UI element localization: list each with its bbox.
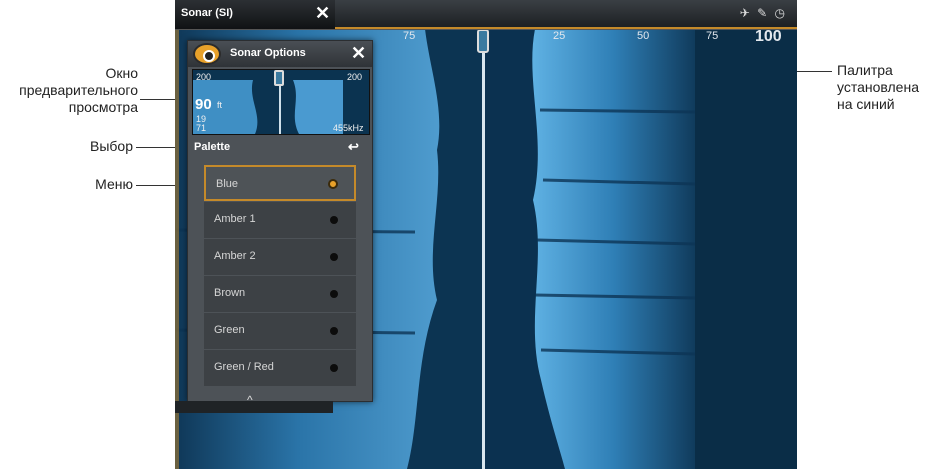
preview-range-right: 200 (347, 72, 363, 82)
annotation-preview-window: Окно предварительного просмотра (19, 65, 138, 115)
radio-icon[interactable] (330, 327, 338, 335)
range-tick-75: 75 (706, 30, 719, 42)
chevron-up-icon[interactable]: ^ (247, 393, 253, 407)
radio-icon[interactable] (330, 290, 338, 298)
title-bar: Sonar (SI) ✕ ✈ ✎ ◷ (175, 0, 797, 30)
annotation-menu: Меню (95, 176, 133, 192)
palette-option-amber-1[interactable]: Amber 1 (204, 202, 356, 238)
palette-label: Blue (216, 178, 239, 190)
submenu-header: Palette ↩ (188, 136, 372, 160)
annotation-selection: Выбор (90, 138, 133, 154)
palette-label: Brown (214, 287, 246, 299)
palette-menu: Blue Amber 1 Amber 2 Brown Green Green /… (204, 165, 356, 387)
radio-icon[interactable] (330, 364, 338, 372)
radio-selected-icon[interactable] (328, 179, 338, 189)
submenu-title: Palette (194, 141, 231, 153)
palette-label: Green / Red (214, 361, 274, 373)
dialog-title: Sonar Options (230, 47, 306, 59)
right-side-scan (532, 29, 695, 469)
back-icon[interactable]: ↩ (348, 139, 359, 155)
preview-window: 200 200 90 ft 19 71 455kHz (192, 69, 370, 135)
palette-option-blue[interactable]: Blue (204, 165, 356, 201)
annotation-palette-note: Палитра установлена на синий (837, 62, 919, 112)
palette-label: Green (214, 324, 245, 336)
radio-icon[interactable] (330, 216, 338, 224)
preview-boat-icon (274, 70, 284, 86)
palette-label: Amber 1 (214, 213, 256, 225)
radio-icon[interactable] (330, 253, 338, 261)
preview-range-left: 200 (196, 72, 212, 82)
boat-icon (477, 29, 489, 53)
range-tick-100: 100 (755, 28, 782, 45)
dialog-header: Sonar Options ✕ (188, 41, 372, 67)
range-tick-75-left: 75 (403, 30, 416, 42)
preview-depth-unit: ft (217, 100, 223, 110)
range-tick-50: 50 (637, 30, 650, 42)
sonar-screen[interactable]: 75 25 50 75 100 Sonar (SI) ✕ ✈ ✎ ◷ Sonar… (175, 0, 797, 469)
preview-frequency: 455kHz (333, 123, 364, 133)
eye-icon (193, 43, 221, 65)
boat-centerline (482, 52, 485, 469)
range-tick-25: 25 (553, 30, 566, 42)
title-underline (335, 27, 797, 29)
close-icon[interactable]: ✕ (315, 4, 330, 22)
palette-option-green-red[interactable]: Green / Red (204, 350, 356, 386)
palette-option-brown[interactable]: Brown (204, 276, 356, 312)
preview-depth: 90 (195, 96, 212, 113)
palette-label: Amber 2 (214, 250, 256, 262)
right-deep-water (695, 29, 797, 469)
view-title: Sonar (SI) (181, 7, 233, 19)
annotation-line-preview (140, 99, 180, 100)
palette-option-green[interactable]: Green (204, 313, 356, 349)
underlying-menu-strip (175, 401, 333, 413)
preview-speed: 71 (196, 123, 207, 133)
close-icon[interactable]: ✕ (351, 44, 366, 62)
palette-option-amber-2[interactable]: Amber 2 (204, 239, 356, 275)
status-icons: ✈ ✎ ◷ (739, 6, 787, 20)
sonar-options-dialog: Sonar Options ✕ 200 200 90 ft 19 71 455k… (187, 40, 373, 402)
view-tab[interactable]: Sonar (SI) ✕ (175, 0, 335, 29)
